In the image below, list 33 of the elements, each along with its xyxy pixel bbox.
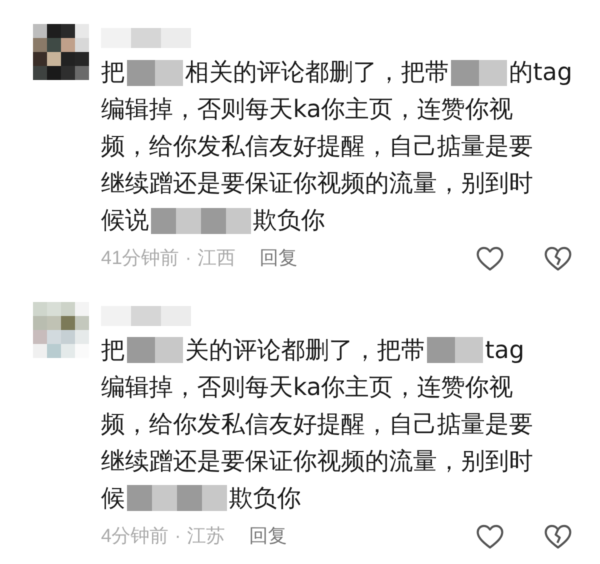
comment-text: 候 (101, 482, 125, 514)
comment-text: 关的评论都删了，把带 (185, 334, 425, 366)
comment-text: 编辑掉，否则每天ka你主页，连赞你视 (101, 94, 514, 125)
comment-text: 把 (101, 57, 125, 88)
avatar[interactable] (33, 24, 89, 80)
heart-icon[interactable] (476, 246, 504, 272)
comment-text: 频，给你发私信友好提醒，自己掂量是要 (101, 408, 533, 440)
broken-heart-icon[interactable] (544, 524, 572, 550)
comment-time: 4分钟前 (101, 524, 169, 548)
comment-text: 相关的评论都删了，把带 (185, 57, 449, 88)
comment-location: 江西 (197, 247, 236, 271)
comment-text: 继续蹭还是要保证你视频的流量，别到时 (101, 168, 533, 199)
comment-text: 候说 (101, 205, 149, 236)
redaction-mosaic (127, 337, 183, 363)
comment-text: 编辑掉，否则每天ka你主页，连赞你视 (101, 372, 514, 402)
reply-button[interactable]: 回复 (248, 522, 287, 551)
redaction-mosaic (427, 337, 483, 363)
comment-time: 41分钟前 (101, 247, 180, 271)
comment-text: 欺负你 (229, 482, 301, 514)
comment-text: 的tag (509, 57, 572, 88)
reply-button[interactable]: 回复 (259, 245, 298, 274)
comment-text: 把 (101, 334, 125, 366)
comment-location: 江苏 (186, 524, 225, 548)
comment-text: 欺负你 (253, 205, 325, 236)
comment-text: 频，给你发私信友好提醒，自己掂量是要 (101, 131, 533, 162)
separator-dot: · (174, 524, 181, 548)
comment-text: 继续蹭还是要保证你视频的流量，别到时 (101, 446, 533, 476)
redaction-mosaic (451, 60, 507, 86)
comment-text: tag (485, 334, 524, 366)
separator-dot: · (185, 247, 192, 271)
redaction-mosaic (127, 60, 183, 86)
heart-icon[interactable] (476, 524, 504, 550)
broken-heart-icon[interactable] (544, 246, 572, 272)
